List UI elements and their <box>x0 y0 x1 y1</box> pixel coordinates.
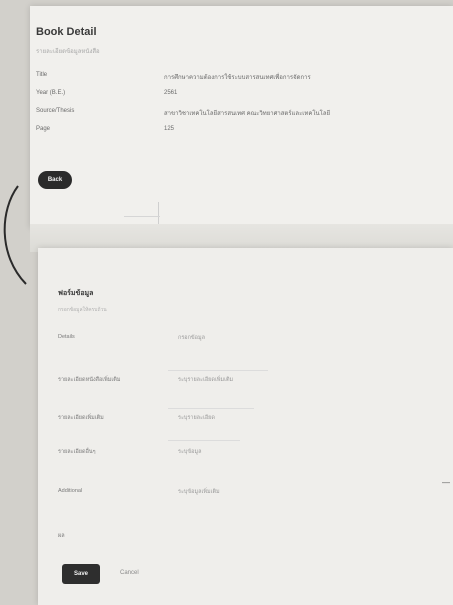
field-label: รายละเอียดหนังสือเพิ่มเติม <box>58 377 121 383</box>
field-label: ผล <box>58 533 65 539</box>
field-label: Additional <box>58 488 83 494</box>
field-label: รายละเอียดอื่นๆ <box>58 449 96 455</box>
detail-value: 125 <box>164 126 175 132</box>
hand-drawn-curve <box>3 185 27 285</box>
detail-label: Source/Thesis <box>36 108 75 114</box>
detail-row: Year (B.E.) 2561 <box>36 90 436 100</box>
form-subtitle: กรอกข้อมูลให้ครบถ้วน <box>58 307 107 313</box>
form-panel: ฟอร์มข้อมูล กรอกข้อมูลให้ครบถ้วน Details… <box>38 248 453 605</box>
page-subtitle: รายละเอียดข้อมูลหนังสือ <box>36 49 100 55</box>
field-label: รายละเอียดเพิ่มเติม <box>58 415 104 421</box>
detail-row: Page 125 <box>36 126 436 136</box>
form-row[interactable]: ผล <box>58 530 438 544</box>
save-button[interactable]: Save <box>62 564 100 584</box>
divider <box>158 202 159 226</box>
field-underline <box>168 408 254 409</box>
detail-value: สาขาวิชาเทคโนโลยีสารสนเทศ คณะวิทยาศาสตร์… <box>164 111 331 117</box>
field-underline <box>168 370 268 371</box>
book-detail-panel: Book Detail รายละเอียดข้อมูลหนังสือ Titl… <box>30 6 453 228</box>
form-row[interactable]: Details กรอกข้อมูล <box>58 332 438 346</box>
detail-row: Source/Thesis สาขาวิชาเทคโนโลยีสารสนเทศ … <box>36 108 436 118</box>
field-value[interactable]: ระบุรายละเอียดเพิ่มเติม <box>178 376 233 384</box>
form-row[interactable]: รายละเอียดหนังสือเพิ่มเติม ระบุรายละเอีย… <box>58 374 438 388</box>
field-underline <box>168 440 240 441</box>
form-row[interactable]: รายละเอียดอื่นๆ ระบุข้อมูล <box>58 446 438 460</box>
detail-row: Title การศึกษาความต้องการใช้ระบบสารสนเทศ… <box>36 72 436 82</box>
field-label: Details <box>58 334 75 340</box>
form-row[interactable]: รายละเอียดเพิ่มเติม ระบุรายละเอียด <box>58 412 438 426</box>
field-value[interactable]: ระบุข้อมูล <box>178 448 201 456</box>
divider <box>124 216 160 217</box>
detail-label: Title <box>36 72 48 78</box>
field-value[interactable]: ระบุข้อมูลเพิ่มเติม <box>178 488 220 496</box>
back-button[interactable]: Back <box>38 171 72 189</box>
detail-value: การศึกษาความต้องการใช้ระบบสารสนเทศเพื่อก… <box>164 75 311 81</box>
form-row[interactable]: Additional ระบุข้อมูลเพิ่มเติม <box>58 486 438 500</box>
dash-mark: — <box>442 478 450 487</box>
page-title: Book Detail <box>36 26 97 38</box>
detail-label: Page <box>36 126 51 132</box>
detail-label: Year (B.E.) <box>36 90 66 96</box>
field-value[interactable]: กรอกข้อมูล <box>178 334 205 342</box>
cancel-button[interactable]: Cancel <box>120 570 139 576</box>
photo-of-printed-screens: Book Detail รายละเอียดข้อมูลหนังสือ Titl… <box>0 0 453 605</box>
form-title: ฟอร์มข้อมูล <box>58 290 94 297</box>
field-value[interactable]: ระบุรายละเอียด <box>178 414 215 422</box>
detail-value: 2561 <box>164 90 178 96</box>
